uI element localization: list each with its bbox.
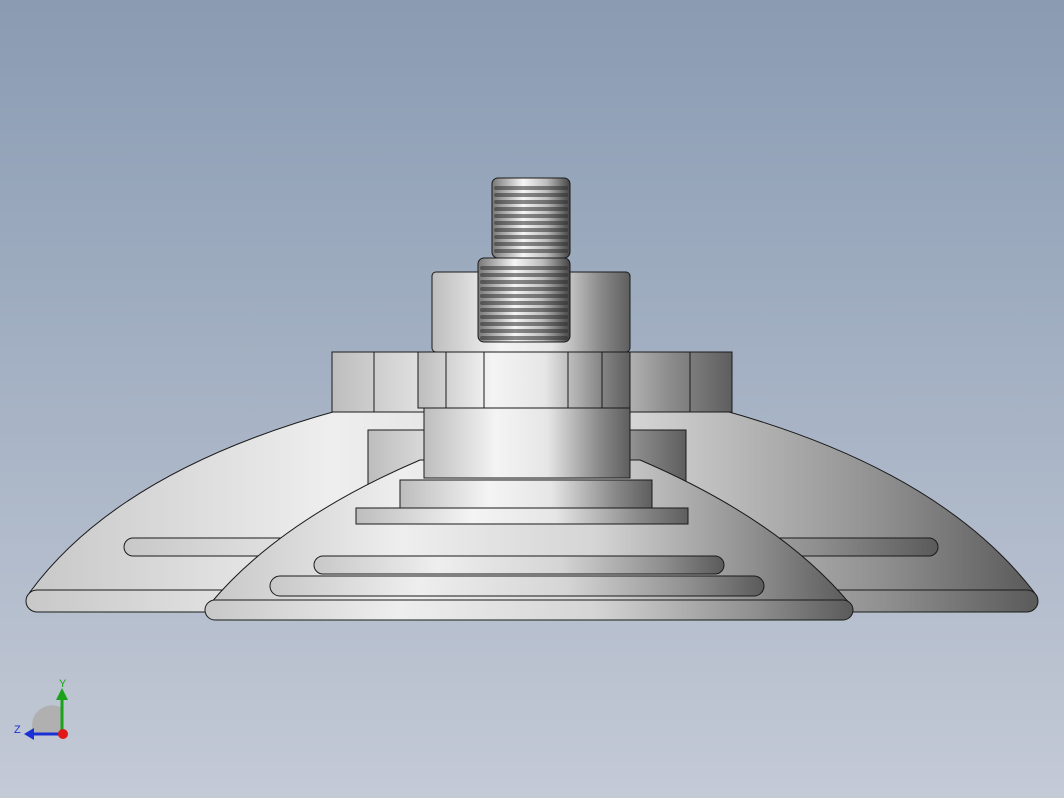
thread-ridge	[494, 214, 568, 218]
graphics-viewport[interactable]: Y Z	[0, 0, 1064, 798]
thread-ridge	[494, 242, 568, 246]
view-orientation-triad[interactable]: Y Z	[10, 676, 80, 746]
z-axis-head	[24, 728, 34, 740]
thread-ridge	[480, 266, 568, 270]
thread-ridge	[494, 200, 568, 204]
z-axis-label: Z	[14, 724, 21, 736]
thread-ridge	[480, 308, 568, 312]
thread-ridge	[494, 193, 568, 197]
threaded-stud[interactable]	[477, 177, 571, 343]
thread-ridge	[480, 315, 568, 319]
thread-ridge	[494, 228, 568, 232]
model-view[interactable]	[0, 0, 1064, 798]
thread-ridge	[494, 235, 568, 239]
thread-ridge	[480, 273, 568, 277]
triad-plane	[32, 705, 62, 734]
y-axis-label: Y	[59, 678, 67, 690]
thread-ridge	[494, 207, 568, 211]
thread-ridge	[494, 249, 568, 253]
thread-ridge	[494, 221, 568, 225]
thread-ridge	[480, 329, 568, 333]
thread-ridge	[480, 301, 568, 305]
thread-ridge	[494, 186, 568, 190]
thread-ridge	[480, 294, 568, 298]
thread-ridge	[480, 336, 568, 340]
thread-ridge	[480, 280, 568, 284]
x-axis-dot	[58, 729, 68, 739]
thread-ridge	[480, 322, 568, 326]
thread-ridge	[480, 287, 568, 291]
